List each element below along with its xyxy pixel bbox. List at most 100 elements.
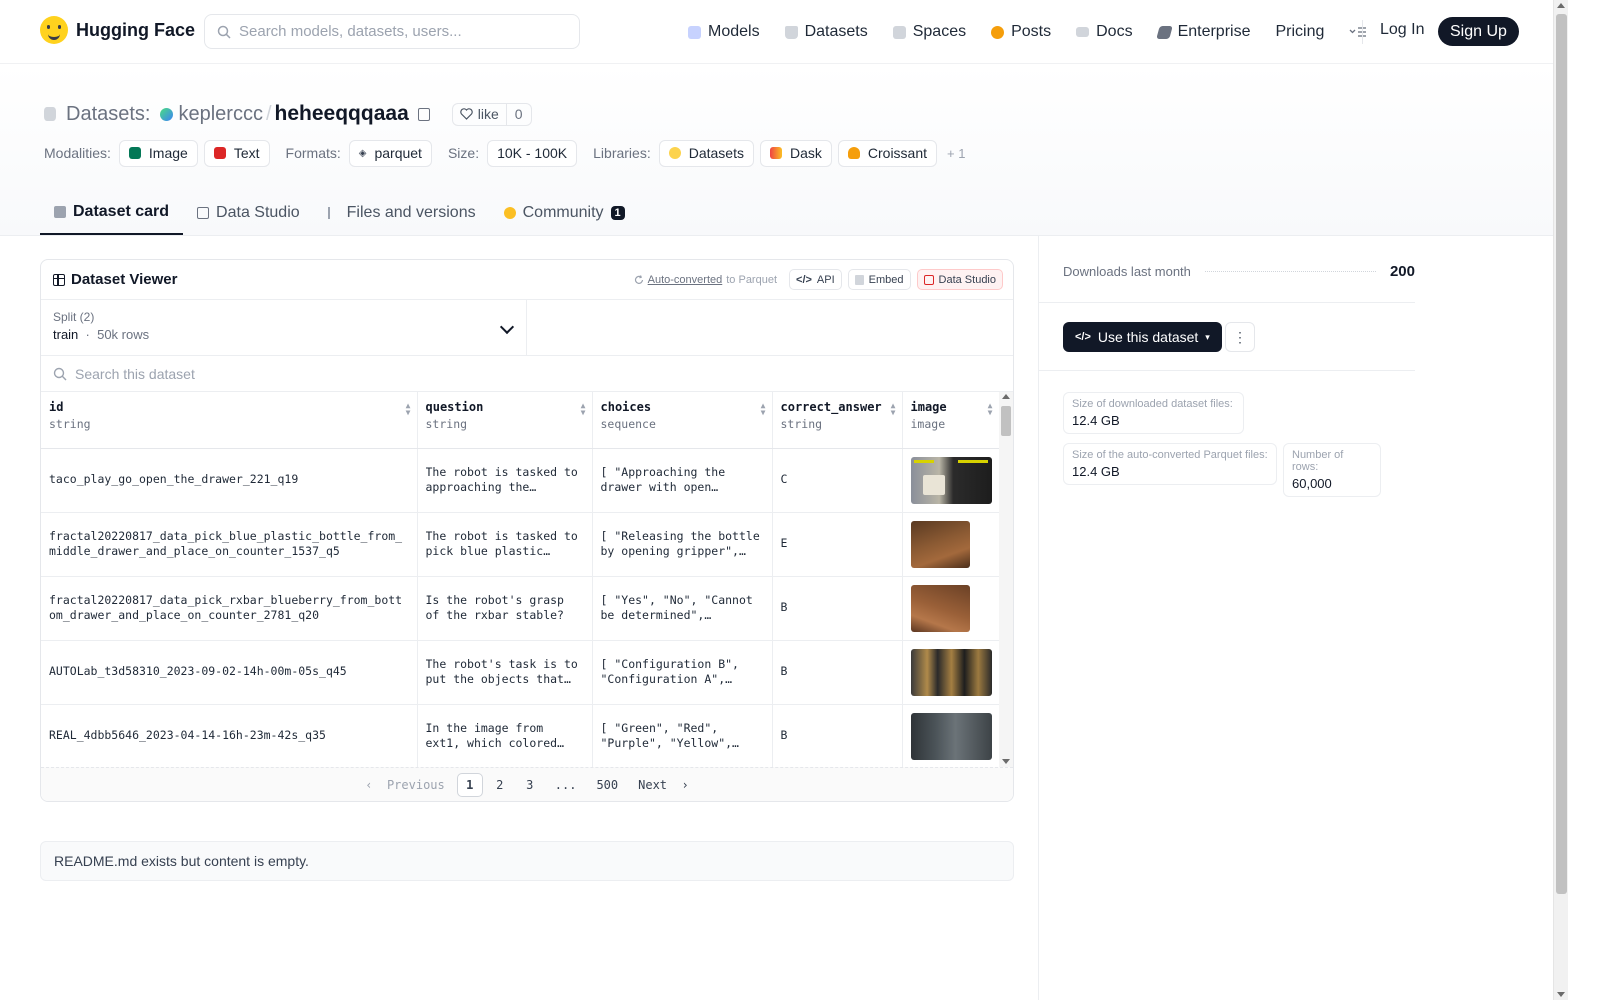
nav-docs[interactable]: Docs [1076,18,1133,46]
tab-files-and-versions[interactable]: Files and versions [314,190,490,235]
cell-choices[interactable]: [ "Green", "Red", "Purple", "Yellow",… [592,704,773,767]
table-row[interactable]: AUTOLab_t3d58310_2023-09-02-14h-00m-05s_… [41,640,1000,705]
kitchen-counter-thumbnail[interactable] [910,584,970,632]
repo-name-link[interactable]: heheeqqqaaa [275,102,409,126]
api-button[interactable]: </> API [789,269,842,290]
page-button[interactable]: 500 [588,773,626,797]
tag-format-parquet[interactable]: ◈ parquet [348,139,432,167]
column-header-question[interactable]: question string ▲ ▼ [417,392,593,449]
page-scrollbar-thumb[interactable] [1556,14,1567,894]
cell-image[interactable] [902,512,1000,577]
nav-pricing[interactable]: Pricing [1275,18,1324,46]
scrollbar-thumb[interactable] [1001,406,1011,436]
table-row[interactable]: REAL_4dbb5646_2023-04-14-16h-23m-42s_q35… [41,704,1000,767]
split-selector[interactable]: Split (2) train · 50k rows [41,300,527,355]
cell-id[interactable]: fractal20220817_data_pick_blue_plastic_b… [41,512,418,577]
cell-id[interactable]: AUTOLab_t3d58310_2023-09-02-14h-00m-05s_… [41,640,418,705]
cell-image[interactable] [902,448,1000,513]
column-header-id[interactable]: id string ▲ ▼ [41,392,418,449]
page-button[interactable]: 1 [456,772,483,797]
cell-question[interactable]: The robot's task is to put the objects t… [417,640,593,705]
tag-modality-text[interactable]: Text [203,139,270,167]
cell-image[interactable] [902,704,1000,767]
cell-choices[interactable]: [ "Yes", "No", "Cannot be determined",… [592,576,773,641]
cell-correct-answer[interactable]: B [772,640,903,705]
cell-id[interactable]: taco_play_go_open_the_drawer_221_q19 [41,448,418,513]
signup-button[interactable]: Sign Up [1438,17,1519,46]
sort-icon[interactable]: ▲ ▼ [761,402,766,417]
autoconverted-link[interactable]: Auto-converted [648,274,723,286]
cell-correct-answer[interactable]: B [772,576,903,641]
global-search-input[interactable] [239,23,559,40]
sort-icon[interactable]: ▲ ▼ [988,402,993,417]
copy-icon[interactable] [417,107,430,121]
nav-enterprise[interactable]: Enterprise [1155,18,1250,46]
parquet-icon: ◈ [358,147,367,159]
page-scrollbar[interactable] [1553,0,1568,1000]
database-icon [784,25,798,39]
scroll-down-icon[interactable] [1557,992,1565,997]
cell-question[interactable]: In the image from ext1, which colored po… [417,704,593,767]
cell-id[interactable]: fractal20220817_data_pick_rxbar_blueberr… [41,576,418,641]
tag-modality-image[interactable]: Image [118,139,198,167]
cell-question[interactable]: Is the robot's grasp of the rxbar stable… [417,576,593,641]
cell-image[interactable] [902,640,1000,705]
nav-posts[interactable]: Posts [991,18,1051,46]
table-row[interactable]: fractal20220817_data_pick_rxbar_blueberr… [41,576,1000,641]
scroll-up-icon[interactable] [1557,3,1565,8]
dataset-search-input[interactable] [75,365,575,382]
data-studio-button[interactable]: Data Studio [916,269,1003,290]
sort-icon[interactable]: ▲ ▼ [581,402,586,417]
next-page-button[interactable]: Next › [630,773,697,797]
tab-data-studio[interactable]: Data Studio [183,190,314,235]
tag-library-datasets[interactable]: Datasets [658,139,754,167]
page-button[interactable]: 2 [487,773,513,797]
cell-question[interactable]: The robot is tasked to pick blue plastic… [417,512,593,577]
cell-question[interactable]: The robot is tasked to approaching the d… [417,448,593,513]
tab-dataset-card[interactable]: Dataset card [40,190,184,235]
global-search[interactable] [204,14,580,49]
owner-link[interactable]: keplerccc [178,103,262,126]
cell-choices[interactable]: [ "Releasing the bottle by opening gripp… [592,512,773,577]
cell-id[interactable]: REAL_4dbb5646_2023-04-14-16h-23m-42s_q35 [41,704,418,767]
tab-community[interactable]: Community 1 [490,190,639,235]
column-header-image[interactable]: image image ▲ ▼ [902,392,1000,449]
sort-icon[interactable]: ▲ ▼ [406,402,411,417]
cell-correct-answer[interactable]: B [772,704,903,767]
table-row[interactable]: fractal20220817_data_pick_blue_plastic_b… [41,512,1000,577]
more-menu-button[interactable] [1349,18,1367,46]
cell-choices[interactable]: [ "Approaching the drawer with open… [592,448,773,513]
embed-button[interactable]: Embed [847,269,911,290]
cell-image[interactable] [902,576,1000,641]
scroll-up-icon[interactable] [1002,394,1010,399]
nav-models[interactable]: Models [688,18,760,46]
cell-correct-answer[interactable]: E [772,512,903,577]
page-button[interactable]: 3 [517,773,543,797]
tag-size[interactable]: 10K - 100K [487,139,578,167]
column-header-choices[interactable]: choices sequence ▲ ▼ [592,392,773,449]
like-count[interactable]: 0 [507,106,531,122]
login-link[interactable]: Log In [1380,21,1424,39]
tag-library-croissant[interactable]: Croissant [837,139,938,167]
more-libraries-link[interactable]: + 1 [947,146,965,161]
home-logo-link[interactable]: Hugging Face [40,16,195,44]
kitchen-drawer-thumbnail[interactable] [910,520,970,568]
nav-spaces[interactable]: Spaces [892,18,966,46]
cell-correct-answer[interactable]: C [772,448,903,513]
column-header-correct-answer[interactable]: correct_answer string ▲ ▼ [772,392,903,449]
sort-icon[interactable]: ▲ ▼ [891,402,896,417]
table-row[interactable]: taco_play_go_open_the_drawer_221_q19 The… [41,448,1000,513]
more-options-button[interactable]: ⋮ [1225,322,1255,352]
robot-drawer-thumbnail[interactable] [910,456,992,504]
table-scrollbar[interactable] [999,392,1013,767]
use-this-dataset-button[interactable]: </> Use this dataset ▾ [1063,322,1222,352]
cell-choices[interactable]: [ "Configuration B", "Configuration A",… [592,640,773,705]
scroll-down-icon[interactable] [1002,759,1010,764]
like-button[interactable]: like [453,103,507,125]
nav-datasets[interactable]: Datasets [784,18,868,46]
lab-workspace-thumbnail[interactable] [910,712,992,760]
dataset-search[interactable] [41,356,1013,392]
multi-view-table-thumbnail[interactable] [910,648,992,696]
tag-library-dask[interactable]: Dask [759,139,832,167]
previous-page-button[interactable]: ‹ Previous [357,773,452,797]
